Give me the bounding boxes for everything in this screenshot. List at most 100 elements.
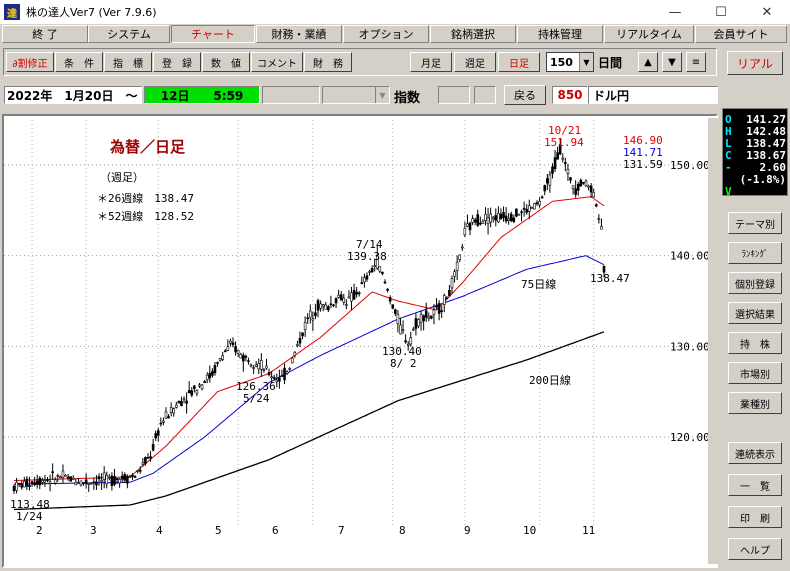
candle-body [383, 281, 387, 284]
candle-body [394, 309, 397, 314]
candle-body [288, 368, 291, 370]
candle-body [17, 482, 21, 485]
chart-scrollbar[interactable] [708, 118, 720, 564]
candle-body [167, 416, 170, 419]
annot-aug-date: 8/ 2 [390, 357, 417, 370]
candle-body [360, 282, 364, 284]
candle-body [218, 358, 222, 361]
candle-body [522, 207, 526, 210]
candle-body [156, 430, 160, 436]
x-tick-label: 11 [582, 524, 595, 537]
candle-body [592, 192, 595, 198]
candle-body [285, 371, 289, 374]
candle-body [432, 309, 436, 315]
candle-body [270, 376, 273, 379]
candle-body [321, 304, 325, 307]
candle-body [584, 180, 588, 186]
candle-body [35, 480, 39, 485]
candle-body [180, 400, 183, 407]
candle-body [136, 470, 139, 472]
candle-body [401, 329, 405, 332]
candle-body [396, 314, 400, 324]
x-tick-label: 5 [215, 524, 222, 537]
candle-body [149, 456, 152, 459]
candle-body [226, 346, 230, 351]
candle-body [442, 295, 446, 305]
candle-body [373, 265, 376, 267]
candle-body [41, 479, 44, 483]
candle-body [582, 181, 585, 184]
candle-body [486, 217, 490, 224]
candle-body [520, 211, 523, 214]
x-tick-label: 10 [523, 524, 536, 537]
candle-body [97, 476, 101, 480]
candle-body [141, 462, 145, 465]
legend-black-value: 131.59 [623, 158, 663, 171]
candle-body [265, 365, 268, 369]
candle-body [172, 408, 176, 414]
candle-body [293, 352, 297, 356]
candle-body [120, 475, 124, 480]
candle-body [314, 312, 317, 317]
candle-body [283, 367, 286, 381]
chart-subtitle: （週足） [100, 171, 144, 184]
price-chart[interactable]: 為替／日足 （週足） ＊26週線 138.47 ＊52週線 128.52 146… [0, 0, 790, 571]
candle-body [177, 400, 181, 404]
ma75-line [14, 255, 605, 485]
candle-body [267, 372, 271, 376]
candle-body [455, 261, 459, 271]
candle-body [87, 483, 91, 485]
x-tick-label: 3 [90, 524, 97, 537]
candle-body [25, 478, 29, 487]
candle-body [159, 422, 163, 425]
candle-body [216, 362, 219, 364]
candle-body [89, 482, 93, 485]
candle-body [324, 304, 328, 310]
candle-body [352, 290, 356, 300]
candle-body [247, 360, 250, 362]
x-tick-label: 9 [464, 524, 471, 537]
candle-body [84, 479, 88, 484]
candle-body [548, 174, 552, 186]
candle-body [275, 379, 279, 383]
candle-body [23, 480, 26, 488]
candle-body [350, 292, 353, 302]
candle-body [468, 222, 472, 231]
x-tick-label: 2 [36, 524, 43, 537]
candle-body [128, 476, 132, 478]
candle-body [198, 384, 201, 387]
candle-body [272, 377, 276, 379]
candle-body [327, 306, 330, 311]
candle-body [208, 372, 212, 379]
candle-body [239, 354, 243, 359]
candle-body [499, 213, 503, 219]
candle-body [221, 355, 224, 360]
candle-body [357, 292, 361, 295]
candle-body [115, 478, 119, 481]
x-tick-label: 7 [338, 524, 345, 537]
candle-body [211, 371, 214, 376]
candle-body [569, 177, 572, 181]
candle-body [43, 480, 47, 483]
candle-body [257, 363, 261, 370]
candle-body [564, 162, 567, 164]
candle-body [66, 476, 70, 479]
candle-body [571, 185, 575, 189]
candle-body [108, 476, 111, 479]
candle-body [110, 475, 114, 487]
candle-body [113, 476, 116, 485]
candle-body [234, 346, 237, 353]
x-tick-label: 8 [399, 524, 406, 537]
candle-body [412, 328, 415, 331]
candle-body [190, 390, 194, 396]
candle-body [460, 246, 464, 249]
candle-body [538, 201, 541, 206]
candle-body [512, 217, 516, 222]
candle-body [430, 315, 433, 319]
chart-title: 為替／日足 [109, 138, 186, 156]
candle-body [254, 364, 258, 367]
candle-body [162, 420, 165, 423]
ma26-label: ＊26週線 138.47 [97, 191, 194, 205]
candle-body [388, 297, 392, 302]
candle-body [296, 344, 299, 347]
